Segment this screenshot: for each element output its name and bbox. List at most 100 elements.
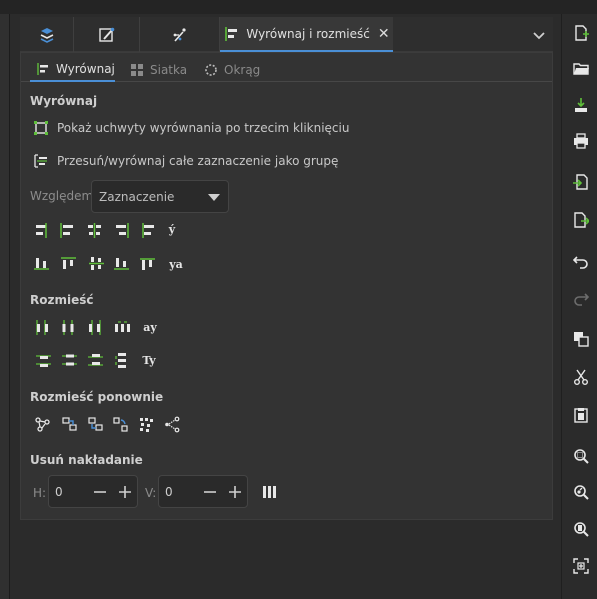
close-icon[interactable]: ✕ (378, 26, 390, 42)
distribute-baselines-vertical-button[interactable]: Ty (137, 350, 161, 370)
align-top-to-bottom-button[interactable] (137, 253, 157, 273)
distribute-center-v-icon (61, 354, 77, 365)
align-top-icon (60, 256, 76, 269)
align-left-anchor-icon (35, 222, 47, 238)
align-icon (37, 62, 48, 75)
zoom-selection-button[interactable] (570, 445, 592, 467)
new-document-icon (575, 25, 589, 41)
print-button[interactable] (570, 130, 592, 152)
cut-button[interactable] (570, 366, 592, 388)
export-icon (574, 212, 589, 228)
align-bottom-to-top-button[interactable] (31, 253, 51, 273)
section-title-distribute: Rozmieść (30, 293, 94, 307)
relative-to-label: Względem: (30, 189, 98, 203)
distribute-left-icon (35, 319, 48, 335)
subtab-bar: Wyrównaj Siatka Okrąg (21, 53, 552, 82)
download-save-icon (575, 98, 587, 112)
import-icon (573, 174, 588, 190)
exchange-z-order-button[interactable] (85, 414, 105, 434)
new-document-button[interactable] (570, 22, 592, 44)
subtab-align-label: Wyrównaj (56, 61, 115, 76)
vertical-gap-label: V: (145, 486, 157, 500)
align-left-edges-button[interactable] (56, 220, 76, 240)
distribute-right-edges-button[interactable] (85, 317, 105, 337)
baseline-icon: ya (169, 257, 183, 271)
open-button[interactable] (570, 58, 592, 80)
selection-handles-icon (34, 121, 48, 135)
tab-layers[interactable] (20, 17, 74, 52)
zoom-drawing-icon (574, 485, 589, 500)
paste-button[interactable] (570, 404, 592, 426)
plus-icon[interactable] (227, 484, 243, 500)
align-right-edge-to-left-button[interactable] (31, 220, 51, 240)
option-move-as-group[interactable]: Przesuń/wyrównaj całe zaznaczenie jako g… (33, 153, 338, 169)
circle-icon (205, 63, 217, 76)
dock-menu-button[interactable] (525, 17, 553, 52)
horizontal-gap-spinbox[interactable]: 0 (48, 475, 138, 508)
align-left-edge-to-right-button[interactable] (137, 220, 157, 240)
tab-xml-editor[interactable] (140, 17, 220, 52)
tab-align-distribute[interactable]: Wyrównaj i rozmieść ✕ (220, 17, 393, 52)
zoom-page-button[interactable] (570, 518, 592, 540)
align-right-edges-button[interactable] (112, 220, 132, 240)
distribute-text-anchors-horizontal-button[interactable]: ay (138, 317, 162, 337)
align-distribute-icon (225, 26, 238, 41)
zoom-fit-button[interactable] (570, 555, 592, 577)
redo-icon (574, 293, 589, 306)
vertical-gap-spinbox[interactable]: 0 (158, 475, 248, 508)
distribute-top-icon (35, 354, 51, 367)
undo-button[interactable] (570, 250, 592, 272)
remove-overlaps-button[interactable] (259, 481, 279, 501)
export-button[interactable] (570, 209, 592, 231)
center-vertical-axis-button[interactable] (84, 220, 104, 240)
graph-layout-icon (34, 416, 50, 432)
distribute-centers-vertical-button[interactable] (59, 350, 79, 370)
align-distribute-panel: Wyrównaj Siatka Okrąg Wyrównaj Pokaż uch… (20, 52, 553, 520)
distribute-bottom-edges-button[interactable] (85, 350, 105, 370)
exchange-clockwise-button[interactable] (110, 414, 130, 434)
section-title-align: Wyrównaj (30, 94, 98, 108)
minus-icon[interactable] (92, 484, 108, 500)
plus-icon[interactable] (117, 484, 133, 500)
distribute-gaps-h-icon (114, 320, 130, 332)
center-vertical-icon (88, 256, 104, 270)
import-button[interactable] (570, 171, 592, 193)
subtab-grid[interactable]: Siatka (130, 57, 200, 82)
center-horizontal-axis-button[interactable] (86, 253, 106, 273)
relative-to-select[interactable]: Zaznaczenie (91, 180, 229, 213)
exchange-selection-order-button[interactable] (59, 414, 79, 434)
align-text-anchors-horizontal-button[interactable]: ý (162, 219, 182, 239)
left-panel-edge (0, 14, 10, 599)
tab-fill-stroke[interactable] (74, 17, 140, 52)
group-align-icon (34, 154, 47, 168)
save-button[interactable] (570, 94, 592, 116)
duplicate-button[interactable] (570, 328, 592, 350)
minus-icon[interactable] (202, 484, 218, 500)
fill-stroke-icon (98, 27, 114, 42)
subtab-align[interactable]: Wyrównaj (30, 57, 115, 82)
rearrange-graph-button[interactable] (32, 414, 52, 434)
distribute-gaps-vertical-button[interactable] (111, 350, 131, 370)
subtab-circle-label: Okrąg (224, 62, 261, 77)
distribute-centers-horizontal-button[interactable] (58, 317, 78, 337)
align-top-anchor-icon (33, 257, 49, 270)
distribute-left-edges-button[interactable] (31, 317, 51, 337)
redo-button[interactable] (570, 287, 592, 309)
unclump-icon (164, 416, 179, 432)
unclump-button[interactable] (162, 414, 182, 434)
distribute-gaps-horizontal-button[interactable] (111, 317, 133, 337)
align-top-edges-button[interactable] (58, 253, 78, 273)
subtab-circle[interactable]: Okrąg (204, 57, 274, 82)
chevron-down-icon (533, 31, 545, 39)
tab-align-distribute-label: Wyrównaj i rozmieść (246, 26, 370, 41)
align-bottom-edges-button[interactable] (111, 253, 131, 273)
option-show-handles[interactable]: Pokaż uchwyty wyrównania po trzecim klik… (33, 120, 349, 136)
align-right-icon (115, 222, 129, 238)
distribute-top-edges-button[interactable] (33, 350, 53, 370)
horizontal-gap-label: H: (33, 486, 47, 500)
zoom-drawing-button[interactable] (570, 481, 592, 503)
clipboard-icon (574, 408, 588, 423)
align-baselines-button[interactable]: ya (164, 254, 188, 274)
remove-overlap-icon (262, 485, 276, 498)
randomize-centers-button[interactable] (136, 414, 156, 434)
